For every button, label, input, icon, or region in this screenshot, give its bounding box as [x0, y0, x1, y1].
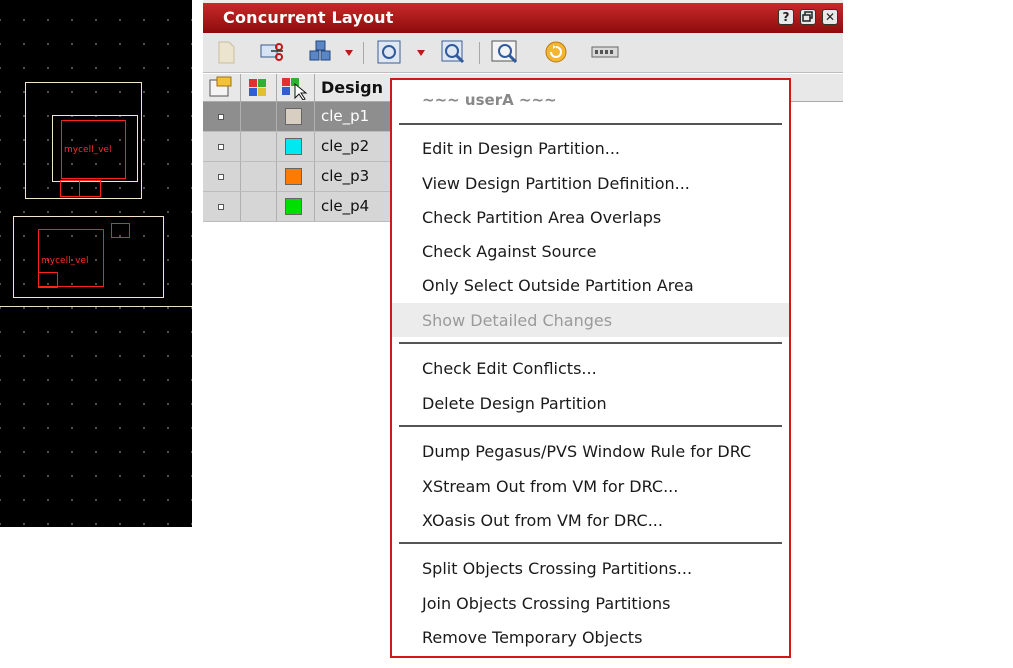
menu-item-view-design-partition-definition[interactable]: View Design Partition Definition... [422, 174, 690, 193]
menu-item-remove-temporary-objects[interactable]: Remove Temporary Objects [422, 628, 642, 647]
menu-item-delete-design-partition[interactable]: Delete Design Partition [422, 394, 607, 413]
row-marker [218, 204, 224, 210]
panel-toolbar [203, 33, 843, 73]
panel-titlebar: Concurrent Layout ? ✕ [203, 0, 843, 33]
partition-name: cle_p1 [321, 107, 370, 125]
cut-icon[interactable] [259, 38, 287, 66]
new-icon[interactable] [215, 38, 237, 66]
cell-outline [111, 223, 130, 238]
menu-item-join-objects-crossing-partitions[interactable]: Join Objects Crossing Partitions [422, 594, 670, 613]
table-row[interactable]: cle_p1 [203, 102, 391, 132]
inspect-icon[interactable] [490, 38, 522, 66]
table-row[interactable]: cle_p2 [203, 132, 391, 162]
cell-label: mycell_vel [64, 145, 112, 155]
zoom-fit-icon[interactable] [375, 38, 433, 66]
menu-item-show-detailed-changes[interactable]: Show Detailed Changes [422, 311, 612, 330]
row-marker [218, 144, 224, 150]
column-header-color[interactable] [241, 74, 277, 102]
color-swatch[interactable] [285, 108, 302, 125]
menu-item-dump-pegasus-pvs-window-rule[interactable]: Dump Pegasus/PVS Window Rule for DRC [422, 442, 751, 461]
cubes-icon[interactable] [307, 38, 355, 66]
menu-item-check-partition-area-overlaps[interactable]: Check Partition Area Overlaps [422, 208, 661, 227]
cell-outline [38, 272, 58, 288]
menu-item-edit-in-design-partition[interactable]: Edit in Design Partition... [422, 139, 620, 158]
table-row[interactable]: cle_p4 [203, 192, 391, 222]
restore-icon[interactable] [800, 9, 816, 25]
color-swatch[interactable] [285, 198, 302, 215]
menu-item-only-select-outside-partition-area[interactable]: Only Select Outside Partition Area [422, 276, 694, 295]
toolbar-separator [363, 42, 364, 64]
color-swatch[interactable] [285, 138, 302, 155]
row-marker [218, 174, 224, 180]
partition-name: cle_p2 [321, 137, 370, 155]
layout-canvas[interactable]: mycell_vel mycell_vel [0, 0, 192, 527]
menu-item-xstream-out-from-vm[interactable]: XStream Out from VM for DRC... [422, 477, 678, 496]
menu-separator [399, 542, 782, 544]
context-menu: ~~~ userA ~~~ Edit in Design Partition..… [390, 78, 791, 658]
canvas-divider [0, 306, 192, 307]
cell-label: mycell_vel [41, 256, 89, 266]
color-swatch[interactable] [285, 168, 302, 185]
partition-name: cle_p3 [321, 167, 370, 185]
column-header-select[interactable] [277, 74, 315, 102]
close-icon[interactable]: ✕ [822, 9, 838, 25]
menu-header: ~~~ userA ~~~ [422, 91, 557, 109]
help-icon[interactable]: ? [778, 9, 794, 25]
toolbar-separator [479, 42, 480, 64]
menu-item-xoasis-out-from-vm[interactable]: XOasis Out from VM for DRC... [422, 511, 663, 530]
zoom-select-icon[interactable] [439, 38, 467, 66]
table-row[interactable]: cle_p3 [203, 162, 391, 192]
menu-separator [399, 425, 782, 427]
grid-icon[interactable] [591, 38, 619, 66]
menu-item-check-against-source[interactable]: Check Against Source [422, 242, 596, 261]
menu-separator [399, 342, 782, 344]
row-marker [218, 114, 224, 120]
menu-item-split-objects-crossing-partitions[interactable]: Split Objects Crossing Partitions... [422, 559, 692, 578]
cell-outline [60, 180, 80, 197]
refresh-icon[interactable] [543, 38, 571, 66]
column-header-icon1[interactable] [203, 74, 241, 102]
menu-separator [399, 123, 782, 125]
cell-outline [79, 180, 101, 197]
menu-item-check-edit-conflicts[interactable]: Check Edit Conflicts... [422, 359, 597, 378]
column-header-label: Design [321, 78, 383, 97]
panel-title: Concurrent Layout [223, 8, 394, 27]
partition-name: cle_p4 [321, 197, 370, 215]
